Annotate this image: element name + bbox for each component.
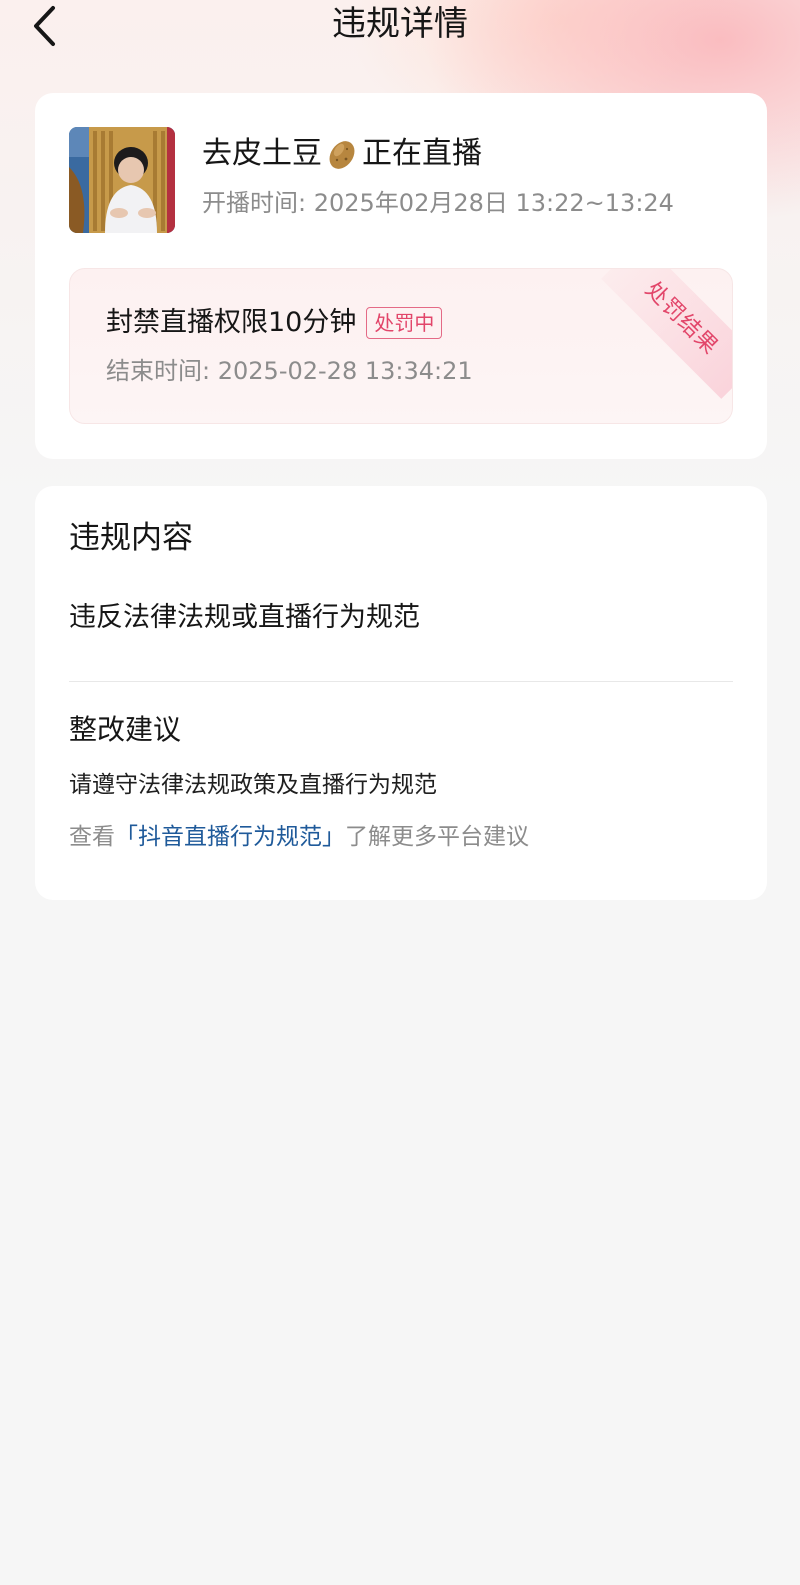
live-status-text: 正在直播 — [362, 136, 482, 171]
live-title: 去皮土豆 正在直播 — [202, 131, 482, 177]
potato-icon — [324, 136, 360, 172]
status-badge: 处罚中 — [366, 307, 443, 339]
more-advice-line: 查看「抖音直播行为规范」了解更多平台建议 — [69, 820, 529, 854]
result-ribbon: 处罚结果 — [601, 269, 732, 399]
advice-heading: 整改建议 — [69, 713, 182, 746]
live-time-label: 开播时间: — [202, 189, 307, 217]
navigation-bar: 违规详情 — [0, 0, 800, 90]
divider — [69, 681, 733, 682]
streamer-name: 去皮土豆 — [202, 136, 322, 171]
penalty-text: 封禁直播权限10分钟 — [106, 307, 357, 338]
more-prefix: 查看 — [69, 824, 115, 850]
guidelines-link[interactable]: 「抖音直播行为规范」 — [115, 824, 345, 850]
penalty-result-box: 处罚结果 封禁直播权限10分钟 处罚中 结束时间: 2025-02-28 13:… — [69, 268, 733, 424]
live-time-value: 2025年02月28日 13:22~13:24 — [313, 189, 674, 217]
avatar[interactable] — [69, 127, 175, 233]
violation-heading: 违规内容 — [69, 520, 193, 556]
violation-content: 违反法律法规或直播行为规范 — [69, 602, 420, 633]
end-time-value: 2025-02-28 13:34:21 — [217, 357, 473, 385]
advice-content: 请遵守法律法规政策及直播行为规范 — [69, 772, 437, 798]
end-time-label: 结束时间: — [106, 357, 211, 385]
penalty-title: 封禁直播权限10分钟 处罚中 — [106, 303, 443, 343]
penalty-end-time: 结束时间: 2025-02-28 13:34:21 — [106, 353, 473, 389]
more-suffix: 了解更多平台建议 — [345, 824, 529, 850]
live-start-time: 开播时间: 2025年02月28日 13:22~13:24 — [202, 185, 674, 221]
live-info-card: 去皮土豆 正在直播 开播时间: 2025年02月28日 13:22~13:24 … — [35, 93, 767, 459]
violation-card: 违规内容 违反法律法规或直播行为规范 整改建议 请遵守法律法规政策及直播行为规范… — [35, 486, 767, 900]
page-title: 违规详情 — [332, 4, 468, 44]
avatar-photo — [69, 127, 175, 233]
